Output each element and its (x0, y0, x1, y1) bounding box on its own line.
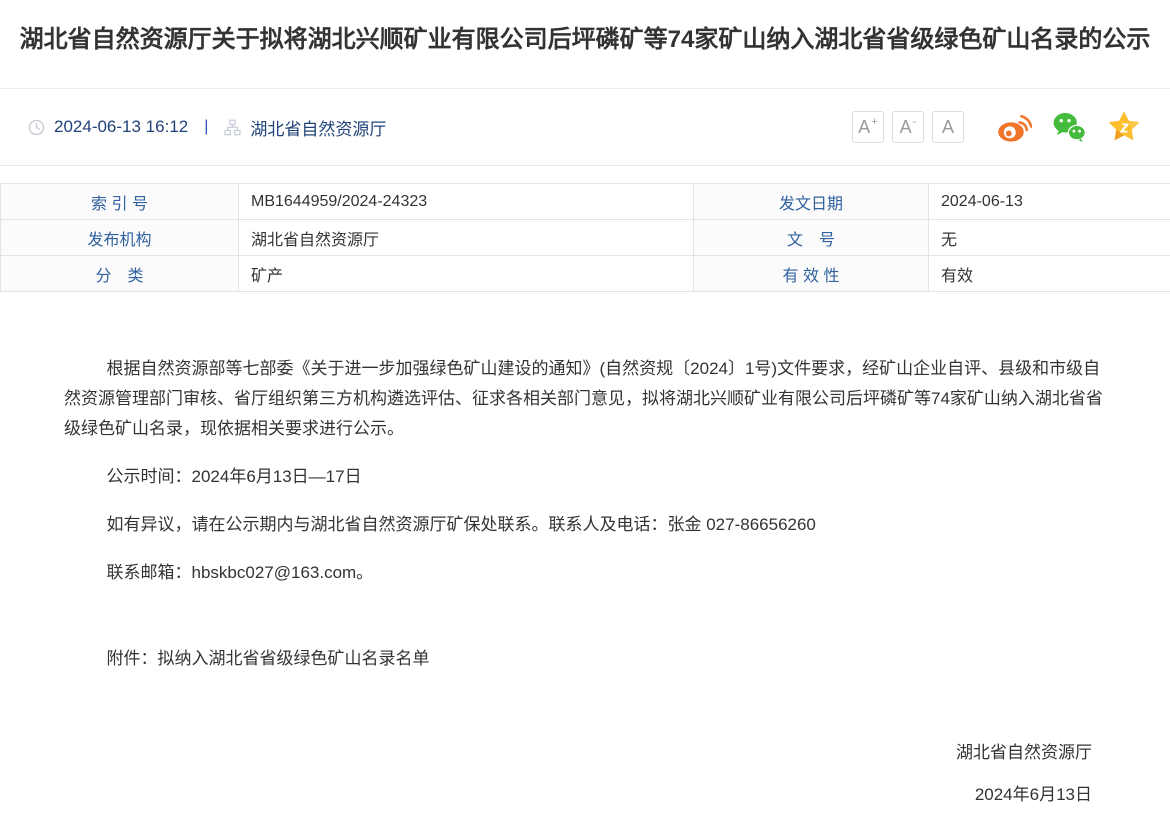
meta-left: 2024-06-13 16:12 | 湖北省自然资源厅 (28, 115, 386, 140)
organization-icon (224, 119, 241, 136)
validity-value: 有效 (929, 256, 1170, 292)
title-section: 湖北省自然资源厅关于拟将湖北兴顺矿业有限公司后坪磷矿等74家矿山纳入湖北省省级绿… (0, 0, 1170, 89)
clock-icon (28, 119, 45, 136)
meta-bar: 2024-06-13 16:12 | 湖北省自然资源厅 A+ A- A (0, 89, 1170, 166)
wechat-share-icon[interactable] (1052, 110, 1086, 144)
meta-separator: | (204, 118, 208, 136)
page-title: 湖北省自然资源厅关于拟将湖北兴顺矿业有限公司后坪磷矿等74家矿山纳入湖北省省级绿… (14, 23, 1156, 57)
qzone-share-icon[interactable]: z (1106, 109, 1142, 145)
paragraph-email: 联系邮箱：hbskbc027@163.com。 (64, 558, 1106, 588)
notice-page: 湖北省自然资源厅关于拟将湖北兴顺矿业有限公司后坪磷矿等74家矿山纳入湖北省省级绿… (0, 0, 1170, 834)
article-body: 根据自然资源部等七部委《关于进一步加强绿色矿山建设的通知》(自然资规〔2024〕… (0, 292, 1170, 834)
meta-right: A+ A- A (852, 109, 1142, 145)
category-value: 矿产 (239, 256, 694, 292)
font-increase-button[interactable]: A+ (852, 111, 884, 143)
source-name: 湖北省自然资源厅 (250, 115, 386, 140)
doc-number-value: 无 (929, 220, 1170, 256)
doc-number-label: 文 号 (694, 220, 929, 256)
publish-time: 2024-06-13 16:12 (54, 117, 188, 137)
issuing-agency-value: 湖北省自然资源厅 (239, 220, 694, 256)
svg-text:z: z (1119, 118, 1129, 137)
issue-date-value: 2024-06-13 (929, 184, 1170, 220)
paragraph-intro: 根据自然资源部等七部委《关于进一步加强绿色矿山建设的通知》(自然资规〔2024〕… (64, 354, 1106, 444)
paragraph-contact: 如有异议，请在公示期内与湖北省自然资源厅矿保处联系。联系人及电话：张金 027-… (64, 510, 1106, 540)
validity-label: 有 效 性 (694, 256, 929, 292)
signature-agency: 湖北省自然资源厅 (64, 738, 1106, 768)
table-row: 分 类 矿产 有 效 性 有效 (1, 256, 1170, 292)
index-number-value: MB1644959/2024-24323 (239, 184, 694, 220)
document-info-table: 索 引 号 MB1644959/2024-24323 发文日期 2024-06-… (0, 183, 1170, 292)
issuing-agency-label: 发布机构 (1, 220, 239, 256)
paragraph-publicity-period: 公示时间：2024年6月13日—17日 (64, 462, 1106, 492)
font-reset-button[interactable]: A (932, 111, 964, 143)
signature-date: 2024年6月13日 (64, 780, 1106, 810)
table-row: 发布机构 湖北省自然资源厅 文 号 无 (1, 220, 1170, 256)
weibo-share-icon[interactable] (996, 109, 1032, 145)
font-size-controls: A+ A- A (852, 111, 972, 143)
table-row: 索 引 号 MB1644959/2024-24323 发文日期 2024-06-… (1, 184, 1170, 220)
issue-date-label: 发文日期 (694, 184, 929, 220)
attachment-link[interactable]: 附件：拟纳入湖北省省级绿色矿山名录名单 (64, 644, 1106, 674)
category-label: 分 类 (1, 256, 239, 292)
index-number-label: 索 引 号 (1, 184, 239, 220)
font-decrease-button[interactable]: A- (892, 111, 924, 143)
